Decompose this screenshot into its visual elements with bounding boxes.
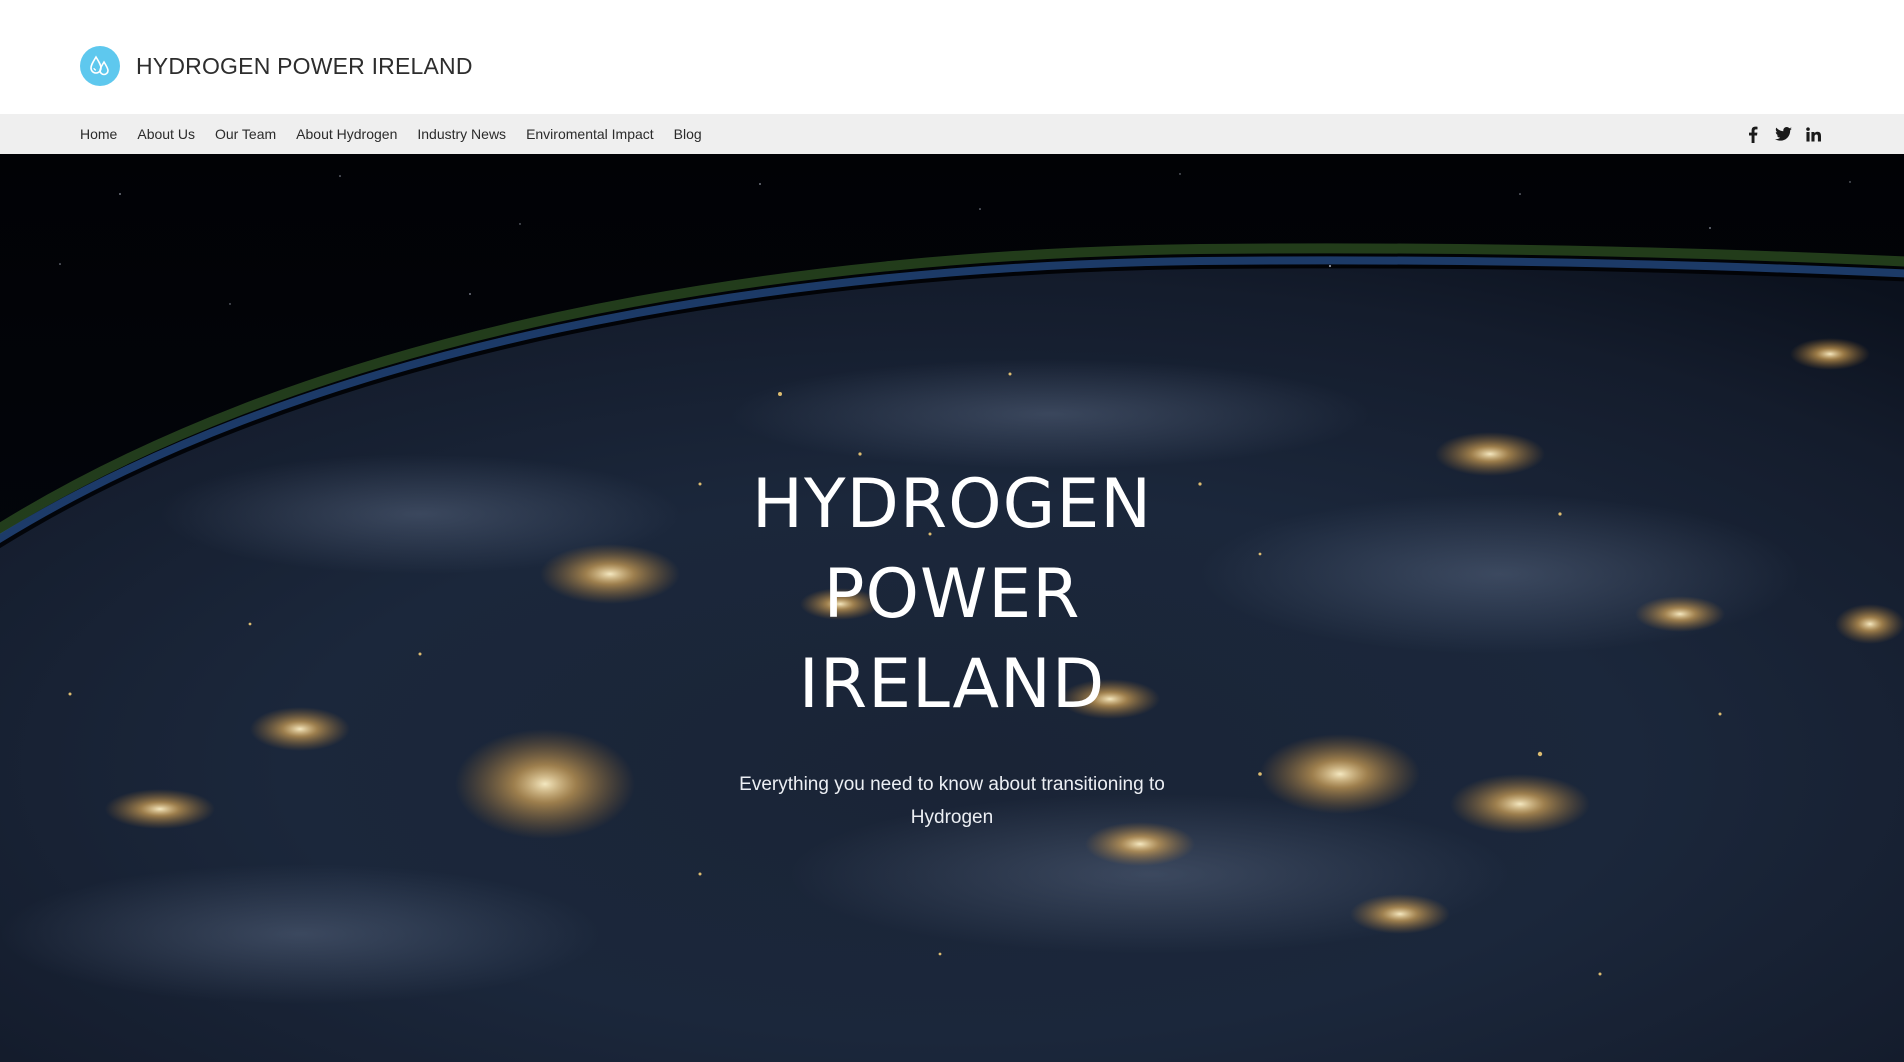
home-logo-link[interactable]: HYDROGEN POWER IRELAND xyxy=(80,46,473,86)
nav-item-about-hydrogen[interactable]: About Hydrogen xyxy=(296,126,397,142)
hero-title: HYDROGEN POWER IRELAND xyxy=(652,460,1252,730)
nav-item-blog[interactable]: Blog xyxy=(674,126,702,142)
hero-content: HYDROGEN POWER IRELAND Everything you ne… xyxy=(652,460,1252,834)
social-bar xyxy=(1732,114,1822,154)
nav-item-home[interactable]: Home xyxy=(80,126,117,142)
twitter-icon[interactable] xyxy=(1774,125,1792,143)
site-title: HYDROGEN POWER IRELAND xyxy=(136,52,473,79)
linkedin-icon[interactable] xyxy=(1804,125,1822,143)
page: HYDROGEN POWER IRELAND Home About Us Our… xyxy=(0,0,1904,1062)
site-header: HYDROGEN POWER IRELAND xyxy=(0,0,1904,114)
hero-title-line-3: IRELAND xyxy=(798,645,1106,724)
hero-subtitle: Everything you need to know about transi… xyxy=(739,774,1165,828)
facebook-icon[interactable] xyxy=(1744,125,1762,143)
nav-item-industry-news[interactable]: Industry News xyxy=(417,126,506,142)
nav-menu: Home About Us Our Team About Hydrogen In… xyxy=(80,114,722,154)
nav-item-about-us[interactable]: About Us xyxy=(137,126,195,142)
nav-item-our-team[interactable]: Our Team xyxy=(215,126,276,142)
nav-item-environmental-impact[interactable]: Enviromental Impact xyxy=(526,126,654,142)
hero-section: HYDROGEN POWER IRELAND Everything you ne… xyxy=(0,154,1904,1062)
main-nav-bar: Home About Us Our Team About Hydrogen In… xyxy=(0,114,1904,154)
water-drops-icon xyxy=(80,46,120,86)
hero-title-line-1: HYDROGEN xyxy=(751,465,1153,544)
hero-title-line-2: POWER xyxy=(823,555,1081,634)
